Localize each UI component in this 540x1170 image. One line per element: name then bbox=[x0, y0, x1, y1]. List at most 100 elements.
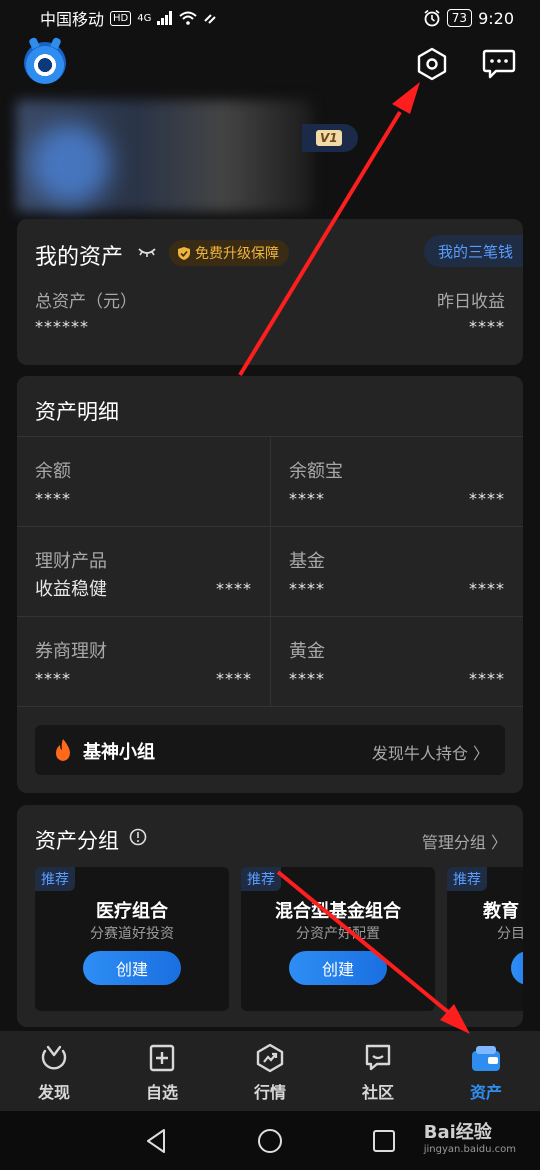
total-assets-value: ****** bbox=[35, 317, 89, 336]
home-icon[interactable] bbox=[257, 1128, 283, 1154]
asset-detail-card: 资产明细 余额 **** 余额宝 **** **** 理财产品 收益稳健 ***… bbox=[17, 376, 523, 793]
asset-cell-earning: **** bbox=[216, 669, 252, 688]
market-icon bbox=[256, 1043, 284, 1073]
asset-cell-name: 余额 bbox=[35, 461, 71, 482]
portfolio-item-mixed[interactable]: 推荐 混合型基金组合 分资产好配置 创建 bbox=[241, 867, 435, 1011]
create-button[interactable] bbox=[511, 951, 523, 985]
recommend-tag: 推荐 bbox=[35, 867, 75, 891]
nav-discover[interactable]: 发现 bbox=[0, 1031, 108, 1111]
vip-badge[interactable]: V1 bbox=[302, 124, 358, 152]
fund-group-bar[interactable]: 基神小组 发现牛人持仓 〉 bbox=[35, 725, 505, 775]
portfolio-name: 混合型基金组合 bbox=[275, 901, 401, 922]
message-icon bbox=[482, 49, 516, 79]
bottom-nav: 发现 自选 行情 社区 资产 bbox=[0, 1031, 540, 1111]
back-icon[interactable] bbox=[144, 1128, 168, 1154]
portfolio-desc: 分目 bbox=[497, 926, 523, 942]
avatar[interactable] bbox=[30, 124, 110, 204]
manage-groups-link[interactable]: 管理分组 〉 bbox=[422, 829, 507, 853]
baidu-watermark: Bai经验 jingyan.baidu.com bbox=[424, 1118, 516, 1155]
discover-icon bbox=[41, 1045, 67, 1070]
fund-group-name: 基神小组 bbox=[83, 742, 155, 763]
asset-cell-subtitle: 收益稳健 bbox=[35, 579, 107, 600]
asset-cell-name: 券商理财 bbox=[35, 641, 107, 662]
flame-icon bbox=[56, 739, 70, 761]
asset-cell-earning: **** bbox=[216, 579, 252, 598]
nav-label: 资产 bbox=[469, 1083, 502, 1102]
create-button[interactable]: 创建 bbox=[83, 951, 181, 985]
protect-upgrade-label: 免费升级保障 bbox=[195, 246, 279, 262]
create-button[interactable]: 创建 bbox=[289, 951, 387, 985]
asset-cell-name: 余额宝 bbox=[289, 461, 343, 482]
nav-label: 自选 bbox=[145, 1083, 178, 1102]
portfolio-desc: 分赛道好投资 bbox=[90, 926, 174, 942]
asset-cell-balance[interactable]: 余额 **** bbox=[17, 437, 270, 527]
asset-cell-name: 理财产品 bbox=[35, 551, 107, 572]
asset-cell-gold[interactable]: 黄金 **** **** bbox=[270, 617, 523, 707]
asset-cell-value: **** bbox=[289, 579, 325, 598]
asset-cell-fund[interactable]: 基金 **** **** bbox=[270, 527, 523, 617]
asset-detail-title: 资产明细 bbox=[35, 400, 119, 424]
three-money-button[interactable]: 我的三笔钱 bbox=[423, 235, 523, 267]
watchlist-icon bbox=[149, 1044, 175, 1072]
asset-cell-earning: **** bbox=[469, 579, 505, 598]
settings-hexagon-icon bbox=[417, 47, 447, 81]
message-button[interactable] bbox=[479, 44, 519, 84]
asset-cell-value: **** bbox=[289, 489, 325, 508]
yesterday-earnings-value: **** bbox=[469, 317, 505, 336]
battery-indicator: 73 bbox=[446, 9, 473, 27]
nav-assets[interactable]: 资产 bbox=[432, 1031, 540, 1111]
wifi-icon bbox=[179, 11, 198, 25]
app-logo-icon bbox=[24, 42, 66, 84]
portfolio-title: 资产分组 bbox=[35, 829, 119, 853]
nav-watchlist[interactable]: 自选 bbox=[108, 1031, 216, 1111]
settings-button[interactable] bbox=[412, 44, 452, 84]
nav-market[interactable]: 行情 bbox=[216, 1031, 324, 1111]
info-icon[interactable] bbox=[129, 828, 147, 846]
recommend-tag: 推荐 bbox=[241, 867, 281, 891]
asset-cell-yuebao[interactable]: 余额宝 **** **** bbox=[270, 437, 523, 527]
asset-cell-wealth[interactable]: 理财产品 收益稳健 **** bbox=[17, 527, 270, 617]
portfolio-desc: 分资产好配置 bbox=[296, 926, 380, 942]
nav-label: 社区 bbox=[361, 1083, 394, 1102]
asset-cell-value: **** bbox=[35, 669, 71, 688]
community-icon bbox=[365, 1044, 391, 1071]
protect-upgrade-badge[interactable]: 免费升级保障 bbox=[169, 240, 289, 266]
asset-cell-value: **** bbox=[35, 489, 71, 508]
my-assets-title: 我的资产 bbox=[35, 245, 124, 270]
fund-group-link-label: 发现牛人持仓 bbox=[371, 744, 468, 763]
chevron-right-icon: 〉 bbox=[490, 833, 507, 852]
hd-badge: HD bbox=[110, 10, 132, 26]
recommend-tag: 推荐 bbox=[447, 867, 487, 891]
hide-eye-icon[interactable] bbox=[137, 245, 157, 259]
clock: 9:20 bbox=[478, 8, 514, 28]
portfolio-card: 资产分组 管理分组 〉 推荐 医疗组合 分赛道好投资 创建 推荐 混合型基金组合… bbox=[17, 805, 523, 1027]
alarm-icon bbox=[424, 9, 440, 27]
asset-cell-earning: **** bbox=[469, 669, 505, 688]
yesterday-earnings-label: 昨日收益 bbox=[437, 292, 505, 312]
fund-group-link[interactable]: 发现牛人持仓 〉 bbox=[372, 740, 489, 764]
manage-groups-label: 管理分组 bbox=[421, 833, 486, 852]
portfolio-name: 医疗组合 bbox=[96, 901, 168, 922]
shield-icon bbox=[178, 246, 190, 260]
my-assets-card: 我的资产 免费升级保障 我的三笔钱 总资产（元） ****** 昨日收益 ***… bbox=[17, 219, 523, 365]
wallet-icon bbox=[472, 1046, 500, 1071]
portfolio-item-education[interactable]: 推荐 教育 分目 bbox=[447, 867, 523, 1011]
asset-detail-grid: 余额 **** 余额宝 **** **** 理财产品 收益稳健 **** 基金 … bbox=[17, 436, 523, 707]
nav-label: 行情 bbox=[253, 1083, 286, 1102]
watermark-brand: Bai经验 bbox=[423, 1122, 492, 1143]
watermark-url: jingyan.baidu.com bbox=[423, 1144, 516, 1155]
carrier-label: 中国移动 bbox=[40, 10, 105, 29]
profile-area[interactable]: V1 bbox=[16, 100, 526, 212]
top-header bbox=[0, 36, 540, 96]
asset-cell-value: **** bbox=[289, 669, 325, 688]
portfolio-item-medical[interactable]: 推荐 医疗组合 分赛道好投资 创建 bbox=[35, 867, 229, 1011]
asset-cell-name: 基金 bbox=[289, 551, 325, 572]
chevron-right-icon: 〉 bbox=[472, 744, 489, 763]
asset-cell-broker[interactable]: 券商理财 **** **** bbox=[17, 617, 270, 707]
asset-cell-name: 黄金 bbox=[289, 641, 325, 662]
total-assets-label: 总资产（元） bbox=[35, 292, 137, 312]
network-type: 4G bbox=[137, 12, 152, 24]
nav-community[interactable]: 社区 bbox=[324, 1031, 432, 1111]
recent-apps-icon[interactable] bbox=[372, 1129, 396, 1153]
portfolio-name: 教育 bbox=[483, 901, 519, 922]
